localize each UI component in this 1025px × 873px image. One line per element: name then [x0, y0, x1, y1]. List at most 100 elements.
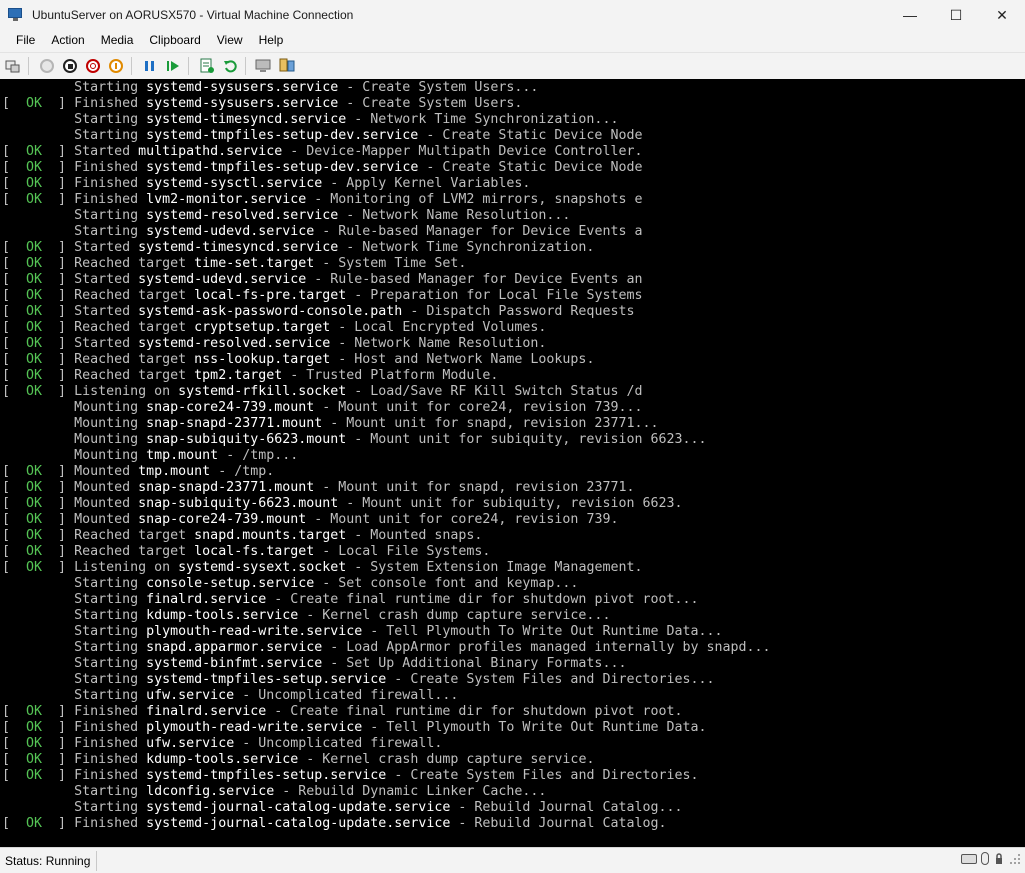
- console-unit: snap-core24-739.mount: [146, 400, 315, 415]
- menu-help[interactable]: Help: [251, 33, 292, 47]
- console-description: - System Time Set.: [314, 256, 467, 271]
- ok-label: OK: [26, 160, 43, 175]
- menu-media[interactable]: Media: [93, 33, 142, 47]
- console-unit: plymouth-read-write.service: [146, 624, 363, 639]
- console-line: [ OK ] Finished systemd-sysctl.service -…: [2, 176, 771, 192]
- ok-label: OK: [26, 144, 43, 159]
- maximize-button[interactable]: ☐: [933, 0, 979, 30]
- status-prefix: [2, 128, 74, 144]
- console-description: - Local Encrypted Volumes.: [330, 320, 547, 335]
- ok-label: OK: [26, 272, 43, 287]
- status-prefix: [2, 224, 74, 240]
- status-prefix: [ OK ]: [2, 256, 75, 271]
- console-unit: snap-subiquity-6623.mount: [138, 496, 339, 511]
- console-unit: console-setup.service: [146, 576, 315, 591]
- console-line: [ OK ] Listening on systemd-sysext.socke…: [2, 560, 771, 576]
- console-unit: tmp.mount: [138, 464, 211, 479]
- console-unit: systemd-resolved.service: [146, 208, 339, 223]
- status-prefix: [ OK ]: [2, 304, 75, 319]
- revert-button[interactable]: [220, 56, 240, 76]
- console-line: [ OK ] Mounted snap-subiquity-6623.mount…: [2, 496, 771, 512]
- checkpoint-button[interactable]: [197, 56, 217, 76]
- status-prefix: [ OK ]: [2, 752, 75, 767]
- console-description: - Host and Network Name Lookups.: [330, 352, 595, 367]
- console-unit: snapd.mounts.target: [194, 528, 347, 543]
- close-button[interactable]: ✕: [979, 0, 1025, 30]
- minimize-button[interactable]: —: [887, 0, 933, 30]
- console-unit: local-fs.target: [194, 544, 315, 559]
- console-line: [ OK ] Finished systemd-tmpfiles-setup.s…: [2, 768, 771, 784]
- console-verb: Starting: [74, 208, 147, 223]
- status-prefix: [ OK ]: [2, 544, 75, 559]
- console-verb: Starting: [74, 80, 147, 95]
- console-description: - Trusted Platform Module.: [282, 368, 499, 383]
- ok-label: OK: [26, 816, 43, 831]
- console-description: - Network Time Synchronization...: [346, 112, 619, 127]
- status-prefix: [ OK ]: [2, 384, 75, 399]
- console-verb: Reached target: [74, 368, 195, 383]
- ctrl-alt-del-button[interactable]: [3, 56, 23, 76]
- console-verb: Finished: [74, 704, 147, 719]
- console-description: - Set Up Additional Binary Formats...: [322, 656, 627, 671]
- status-prefix: [2, 448, 74, 464]
- status-prefix: [ OK ]: [2, 160, 75, 175]
- console-unit: systemd-timesyncd.service: [138, 240, 339, 255]
- console-description: - Mounted snaps.: [346, 528, 483, 543]
- console-line: [ OK ] Mounted snap-core24-739.mount - M…: [2, 512, 771, 528]
- menu-clipboard[interactable]: Clipboard: [141, 33, 208, 47]
- console-description: - Create Static Device Node: [418, 128, 643, 143]
- pause-button[interactable]: [140, 56, 160, 76]
- console-verb: Starting: [74, 224, 147, 239]
- console-description: - Mount unit for snapd, revision 23771.: [314, 480, 635, 495]
- resume-icon: [167, 61, 179, 71]
- console-line: Starting systemd-journal-catalog-update.…: [2, 800, 771, 816]
- console-unit: systemd-udevd.service: [138, 272, 307, 287]
- console-verb: Finished: [74, 720, 147, 735]
- ok-label: OK: [26, 752, 43, 767]
- resume-button[interactable]: [163, 56, 183, 76]
- save-icon: [109, 59, 123, 73]
- console-unit: cryptsetup.target: [194, 320, 331, 335]
- menu-action[interactable]: Action: [43, 33, 92, 47]
- share-button[interactable]: [277, 56, 297, 76]
- console-line: [ OK ] Finished systemd-sysusers.service…: [2, 96, 771, 112]
- shut-down-button[interactable]: [83, 56, 103, 76]
- lock-icon: [996, 852, 1002, 864]
- menu-bar: File Action Media Clipboard View Help: [0, 30, 1025, 50]
- console-description: - Mount unit for core24, revision 739.: [306, 512, 619, 527]
- start-button[interactable]: [37, 56, 57, 76]
- resize-grip-icon[interactable]: [1009, 853, 1021, 865]
- console-unit: nss-lookup.target: [194, 352, 331, 367]
- status-prefix: [2, 416, 74, 432]
- console-line: [ OK ] Finished finalrd.service - Create…: [2, 704, 771, 720]
- console-line: Starting systemd-timesyncd.service - Net…: [2, 112, 771, 128]
- turn-off-button[interactable]: [60, 56, 80, 76]
- menu-view[interactable]: View: [209, 33, 251, 47]
- console-verb: Mounting: [74, 432, 147, 447]
- status-prefix: [2, 400, 74, 416]
- console-verb: Starting: [74, 576, 147, 591]
- status-prefix: [2, 608, 74, 624]
- console-line: [ OK ] Started systemd-resolved.service …: [2, 336, 771, 352]
- ok-label: OK: [26, 288, 43, 303]
- ok-label: OK: [26, 480, 43, 495]
- status-prefix: [ OK ]: [2, 768, 75, 783]
- console-verb: Starting: [74, 672, 147, 687]
- console-description: - Load AppArmor profiles managed interna…: [322, 640, 771, 655]
- console-description: - Kernel crash dump capture service...: [298, 608, 611, 623]
- console-line: [ OK ] Reached target snapd.mounts.targe…: [2, 528, 771, 544]
- console-line: Starting finalrd.service - Create final …: [2, 592, 771, 608]
- menu-file[interactable]: File: [8, 33, 43, 47]
- console-line: Starting systemd-resolved.service - Netw…: [2, 208, 771, 224]
- console-line: Mounting tmp.mount - /tmp...: [2, 448, 771, 464]
- console-unit: kdump-tools.service: [146, 752, 299, 767]
- console-line: [ OK ] Started systemd-udevd.service - R…: [2, 272, 771, 288]
- save-button[interactable]: [106, 56, 126, 76]
- console-verb: Starting: [74, 800, 147, 815]
- console-unit: local-fs-pre.target: [194, 288, 347, 303]
- console-unit: finalrd.service: [146, 592, 267, 607]
- enhanced-session-button[interactable]: [254, 56, 274, 76]
- console-description: - Rebuild Journal Catalog...: [450, 800, 683, 815]
- vm-screen[interactable]: Starting systemd-sysusers.service - Crea…: [0, 79, 1025, 847]
- console-unit: systemd-tmpfiles-setup-dev.service: [146, 160, 419, 175]
